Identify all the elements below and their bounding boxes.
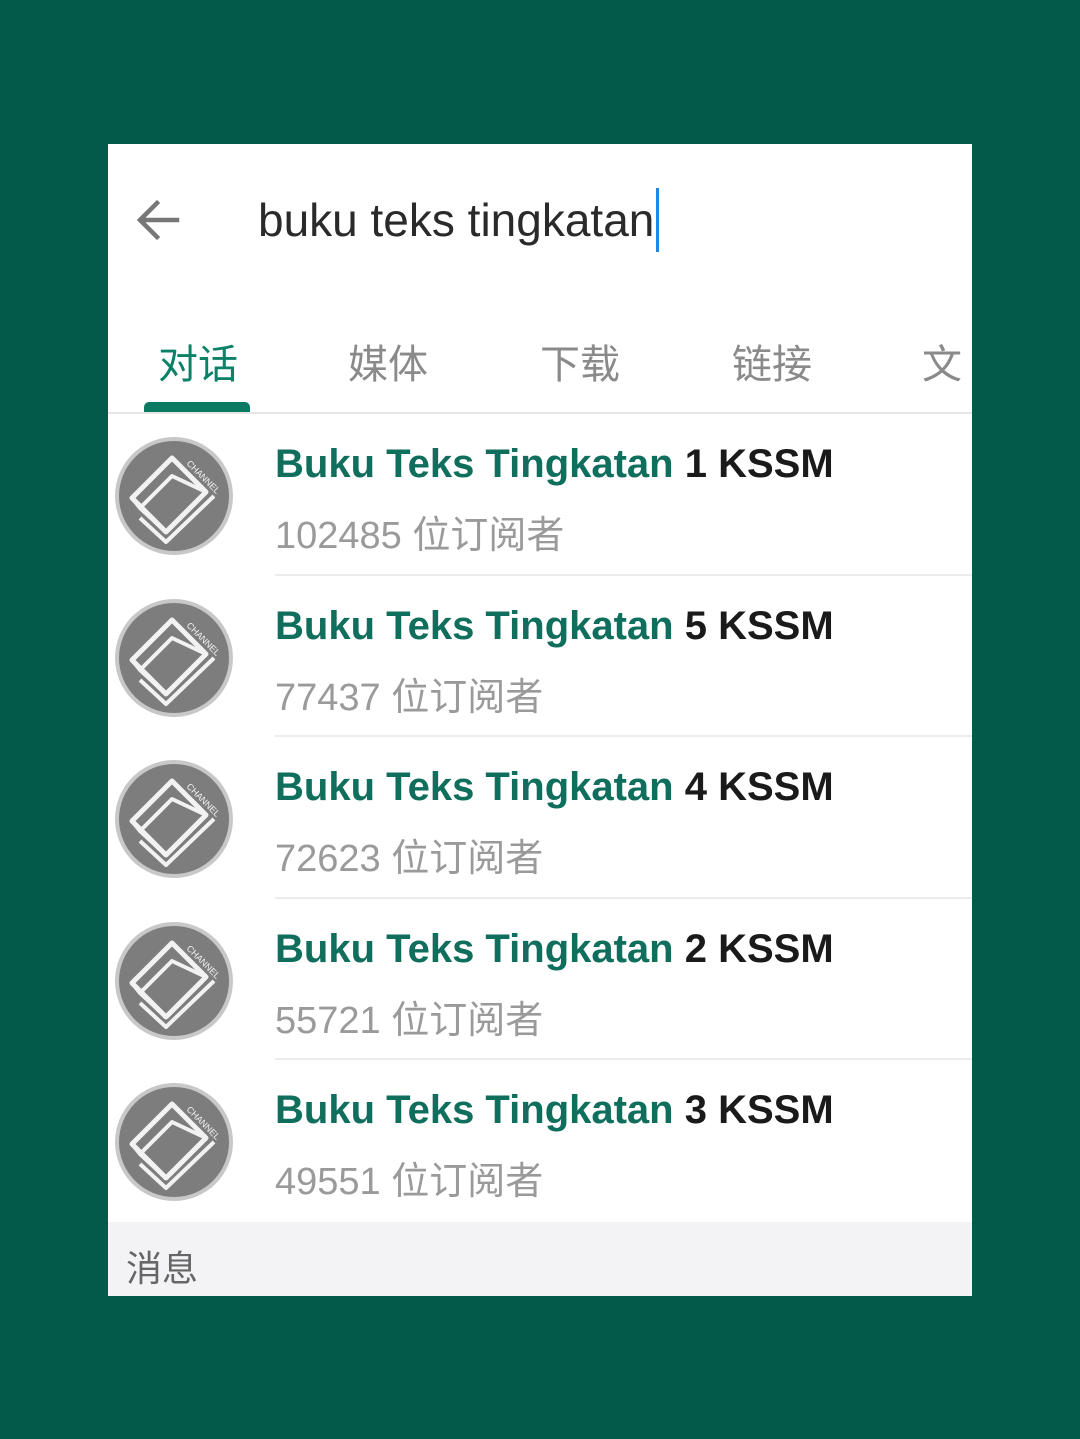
list-item[interactable]: CHANNEL Buku Teks Tingkatan 1 KSSM 10248…: [108, 414, 972, 576]
tab-media[interactable]: 媒体: [348, 332, 428, 390]
tab-downloads[interactable]: 下载: [540, 332, 620, 390]
list-item[interactable]: CHANNEL Buku Teks Tingkatan 4 KSSM 72623…: [108, 737, 972, 899]
back-button[interactable]: [130, 192, 186, 248]
result-title: Buku Teks Tingkatan 5 KSSM: [275, 603, 834, 648]
tab-bar: 对话 媒体 下载 链接 文: [108, 294, 972, 414]
list-item[interactable]: CHANNEL Buku Teks Tingkatan 3 KSSM 49551…: [108, 1060, 972, 1222]
avatar: CHANNEL: [114, 598, 234, 718]
search-bar: [108, 144, 972, 294]
book-icon: CHANNEL: [115, 921, 233, 1040]
arrow-left-icon: [136, 199, 180, 241]
list-item[interactable]: CHANNEL Buku Teks Tingkatan 5 KSSM 77437…: [108, 576, 972, 737]
book-icon: CHANNEL: [115, 760, 233, 878]
tab-links[interactable]: 链接: [732, 332, 812, 390]
section-header-messages: 消息: [108, 1222, 972, 1296]
result-list: CHANNEL Buku Teks Tingkatan 1 KSSM 10248…: [108, 414, 972, 1222]
tab-files[interactable]: 文: [922, 332, 962, 390]
avatar: CHANNEL: [114, 759, 234, 879]
tab-chats[interactable]: 对话: [158, 332, 238, 390]
result-title: Buku Teks Tingkatan 2 KSSM: [275, 926, 834, 971]
result-title: Buku Teks Tingkatan 1 KSSM: [275, 442, 834, 486]
result-title: Buku Teks Tingkatan 4 KSSM: [275, 765, 834, 809]
result-title: Buku Teks Tingkatan 3 KSSM: [275, 1088, 834, 1132]
avatar: CHANNEL: [114, 436, 234, 556]
book-icon: CHANNEL: [115, 1083, 233, 1201]
avatar: CHANNEL: [114, 921, 234, 1041]
search-panel: 对话 媒体 下载 链接 文 CHANNEL Buku Teks Tingkata…: [108, 144, 972, 1296]
book-icon: CHANNEL: [115, 437, 233, 555]
subscriber-count: 55721 位订阅者: [275, 999, 544, 1042]
active-tab-indicator: [144, 402, 250, 412]
book-icon: CHANNEL: [115, 598, 233, 717]
subscriber-count: 49551 位订阅者: [275, 1161, 544, 1203]
list-item[interactable]: CHANNEL Buku Teks Tingkatan 2 KSSM 55721…: [108, 899, 972, 1060]
search-input[interactable]: [258, 190, 938, 250]
section-label: 消息: [126, 1249, 199, 1290]
text-cursor: [656, 188, 660, 252]
subscriber-count: 77437 位订阅者: [275, 676, 544, 719]
avatar: CHANNEL: [114, 1082, 234, 1202]
subscriber-count: 72623 位订阅者: [275, 838, 544, 880]
subscriber-count: 102485 位订阅者: [275, 515, 565, 557]
